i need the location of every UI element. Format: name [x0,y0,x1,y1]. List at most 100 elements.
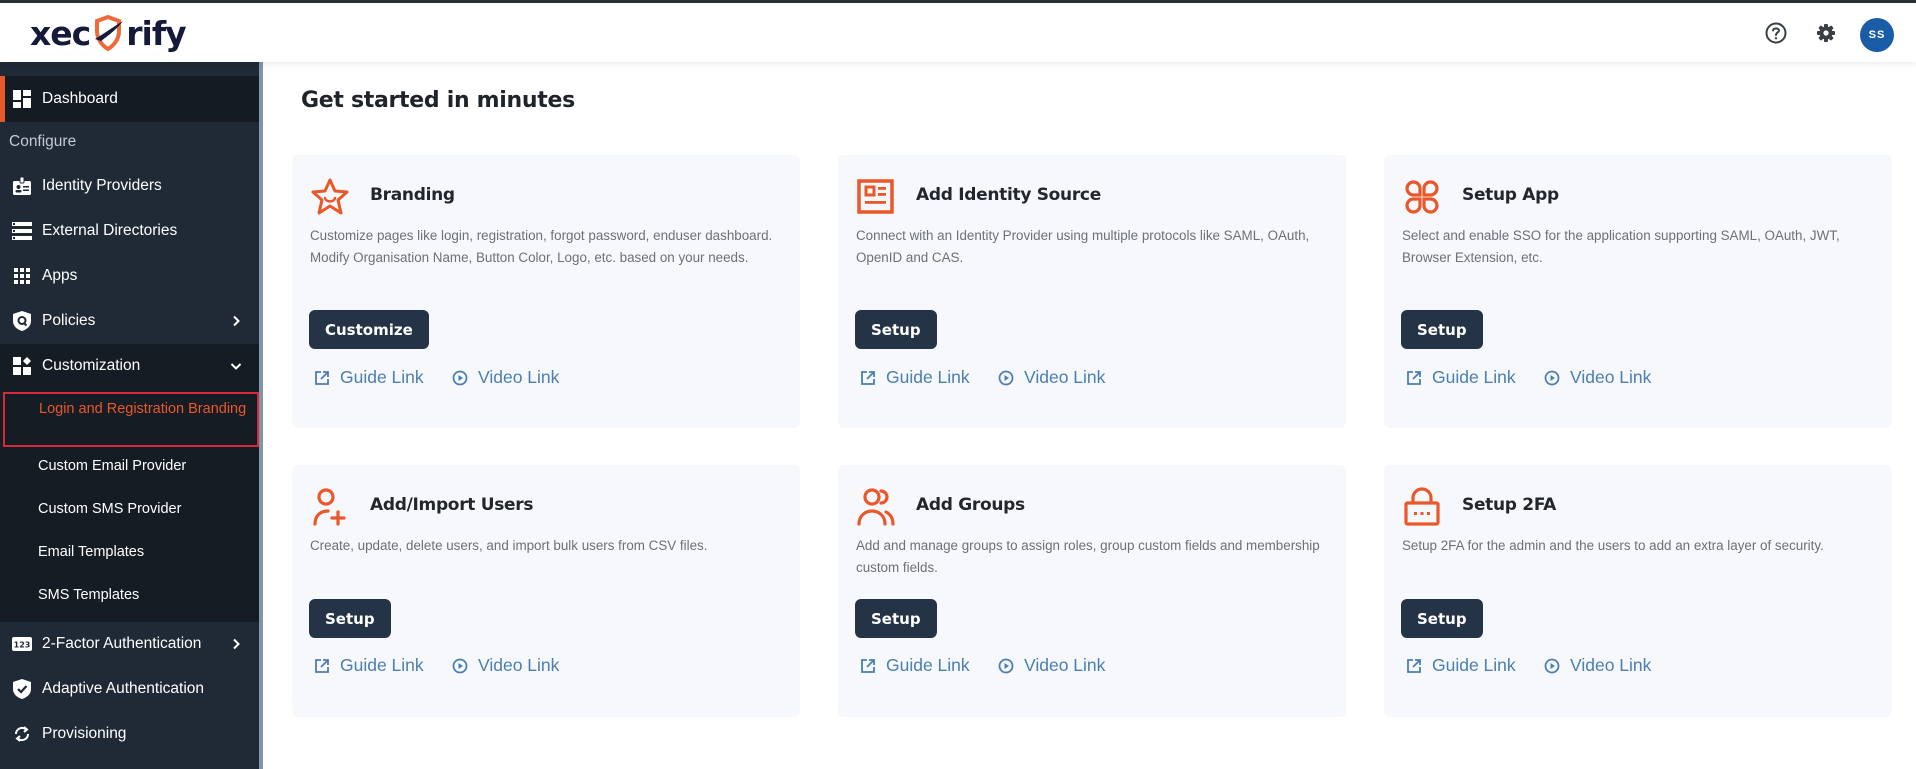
guide-link[interactable]: Guide Link [860,367,970,388]
external-link-icon [861,658,875,673]
page-title: Get started in minutes [301,88,575,113]
video-link-label: Video Link [478,367,560,387]
setup-app-button[interactable]: Setup [1401,310,1483,349]
sidebar-item-label: Adaptive Authentication [42,680,205,697]
setup-groups-button[interactable]: Setup [855,599,937,638]
customization-submenu: Customization Login and Registration Bra… [0,344,259,622]
external-link-icon [315,370,329,385]
setup-identity-source-button[interactable]: Setup [855,310,937,349]
question-circle-icon[interactable] [1762,19,1790,47]
sidebar: Dashboard Configure Identity Providers E… [0,62,259,769]
guide-link-label: Guide Link [1432,655,1516,675]
card-title: Setup 2FA [1462,495,1557,515]
external-link-icon [315,658,329,673]
customize-button[interactable]: Customize [309,310,429,349]
external-link-icon [1407,658,1421,673]
video-link-label: Video Link [1570,367,1652,387]
guide-link[interactable]: Guide Link [860,655,970,676]
apps-grid-icon [12,266,32,286]
sidebar-item-2fa[interactable]: 123 2-Factor Authentication [0,622,259,666]
video-link-label: Video Link [1024,367,1106,387]
sidebar-item-label: 2-Factor Authentication [42,635,202,652]
logo-shield-icon [95,15,124,51]
card-setup-app: Setup App Select and enable SSO for the … [1384,155,1892,428]
policy-shield-icon [12,311,32,331]
user-add-icon [313,488,346,526]
setup-users-button[interactable]: Setup [309,599,391,638]
guide-link[interactable]: Guide Link [1406,367,1516,388]
logo-text-right: rify [126,13,186,53]
sidebar-item-label: External Directories [42,222,178,239]
sidebar-item-customization[interactable]: Customization [0,344,259,388]
app-clover-icon [1405,180,1439,214]
directory-list-icon [12,221,32,241]
video-link[interactable]: Video Link [998,367,1105,388]
main-content: Get started in minutes Branding Customiz… [263,62,1916,769]
sidebar-item-label: Customization [42,357,141,374]
play-circle-icon [1544,370,1560,385]
chevron-down-icon [230,363,242,370]
numeric-123-icon: 123 [12,634,32,654]
gear-icon[interactable] [1812,19,1840,47]
logo-text-left: xec [30,13,91,53]
external-link-icon [861,370,875,385]
sidebar-item-external-directories[interactable]: External Directories [0,209,259,253]
card-description: Select and enable SSO for the applicatio… [1402,228,1840,265]
video-link[interactable]: Video Link [452,367,559,388]
guide-link[interactable]: Guide Link [314,367,424,388]
card-add-import-users: Add/Import Users Create, update, delete … [292,465,800,717]
top-header: xec rify SS [0,3,1916,62]
card-description: Create, update, delete users, and import… [310,538,708,553]
guide-link[interactable]: Guide Link [1406,655,1516,676]
play-circle-icon [452,370,468,385]
card-add-identity-source: Add Identity Source Connect with an Iden… [838,155,1346,428]
submenu-item-email-templates[interactable]: Email Templates [38,544,144,560]
card-title: Add Groups [916,495,1025,515]
guide-link-label: Guide Link [340,367,424,387]
chevron-right-icon [233,315,240,327]
sidebar-item-label: Policies [42,312,96,329]
sidebar-item-apps[interactable]: Apps [0,254,259,298]
video-link-label: Video Link [478,655,560,675]
id-badge-icon [12,176,32,196]
sidebar-item-label: Apps [42,267,78,284]
video-link[interactable]: Video Link [1544,367,1651,388]
submenu-item-login-registration-branding[interactable]: Login and Registration Branding [3,392,259,447]
card-description: Customize pages like login, registration… [310,228,773,265]
guide-link-label: Guide Link [886,655,970,675]
card-description: Setup 2FA for the admin and the users to… [1402,538,1824,553]
video-link[interactable]: Video Link [998,655,1105,676]
guide-link-label: Guide Link [1432,367,1516,387]
submenu-item-custom-email-provider[interactable]: Custom Email Provider [38,458,186,474]
id-card-icon [857,179,894,214]
play-circle-icon [998,370,1014,385]
video-link[interactable]: Video Link [452,655,559,676]
card-description: Connect with an Identity Provider using … [856,228,1310,265]
user-avatar[interactable]: SS [1860,18,1894,52]
setup-2fa-button[interactable]: Setup [1401,599,1483,638]
card-branding: Branding Customize pages like login, reg… [292,155,800,428]
sidebar-item-adaptive-authentication[interactable]: Adaptive Authentication [0,667,259,711]
lock-dots-icon [1404,487,1440,526]
widgets-icon [12,356,32,376]
sidebar-item-policies[interactable]: Policies [0,299,259,343]
guide-link[interactable]: Guide Link [314,655,424,676]
card-title: Setup App [1462,185,1559,205]
video-link[interactable]: Video Link [1544,655,1651,676]
sidebar-item-identity-providers[interactable]: Identity Providers [0,164,259,208]
card-setup-2fa: Setup 2FA Setup 2FA for the admin and th… [1384,465,1892,717]
play-circle-icon [1544,658,1560,673]
star-smile-icon [311,178,349,215]
sidebar-item-label: Identity Providers [42,177,162,194]
dashboard-icon [12,89,32,109]
xecorify-logo[interactable]: xec rify [30,11,187,55]
sidebar-item-dashboard[interactable]: Dashboard [0,76,259,122]
submenu-item-custom-sms-provider[interactable]: Custom SMS Provider [38,501,181,517]
sidebar-item-label: Provisioning [42,725,127,742]
play-circle-icon [998,658,1014,673]
external-link-icon [1407,370,1421,385]
submenu-item-sms-templates[interactable]: SMS Templates [38,587,139,603]
card-title: Add/Import Users [370,495,534,515]
sidebar-item-provisioning[interactable]: Provisioning [0,712,259,756]
play-circle-icon [452,658,468,673]
